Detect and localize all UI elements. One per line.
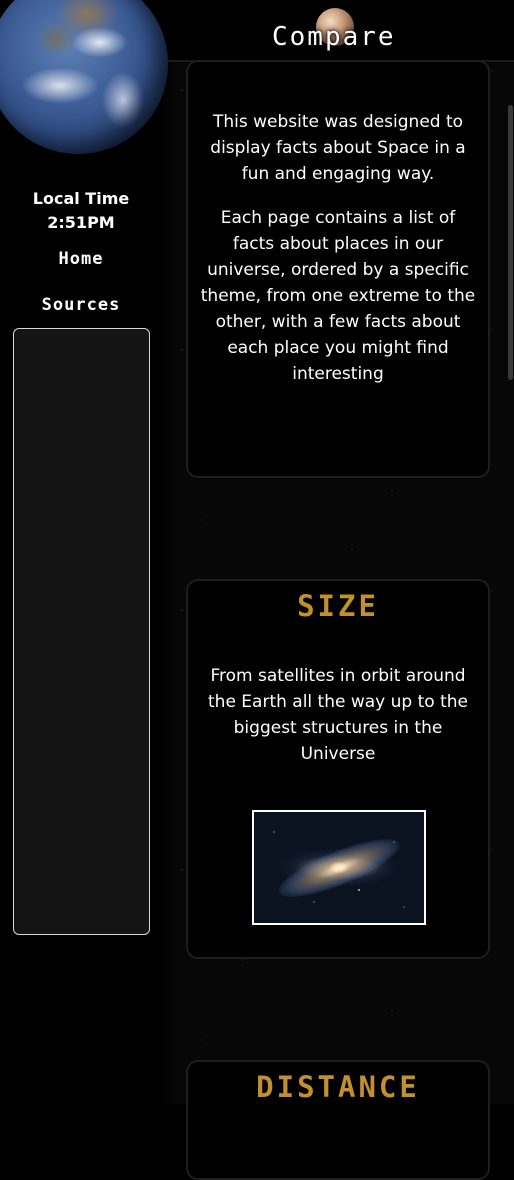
scrollbar[interactable] [508, 105, 513, 380]
intro-paragraph-1: This website was designed to display fac… [210, 112, 466, 184]
local-time-value: 2:51PM [47, 213, 115, 232]
distance-card[interactable]: DISTANCE [186, 1060, 490, 1180]
nav-sources-link[interactable]: Sources [0, 295, 162, 315]
section-title-distance[interactable]: DISTANCE [188, 1070, 488, 1104]
section-title-size[interactable]: SIZE [188, 589, 488, 623]
intro-paragraph-2: Each page contains a list of facts about… [200, 208, 476, 384]
local-time-label: Local Time [32, 189, 130, 208]
size-card[interactable]: SIZE From satellites in orbit around the… [186, 579, 490, 959]
earth-icon [0, 0, 168, 154]
galaxy-image[interactable] [252, 810, 426, 925]
nav-home-link[interactable]: Home [0, 249, 162, 269]
size-description: From satellites in orbit around the Eart… [208, 666, 468, 764]
sidebar-panel [13, 328, 150, 935]
page-title: Compare [272, 22, 396, 52]
sidebar: Local Time 2:51PM Home Sources [0, 0, 168, 1104]
intro-card: This website was designed to display fac… [186, 60, 490, 478]
galaxy-core [272, 827, 406, 908]
